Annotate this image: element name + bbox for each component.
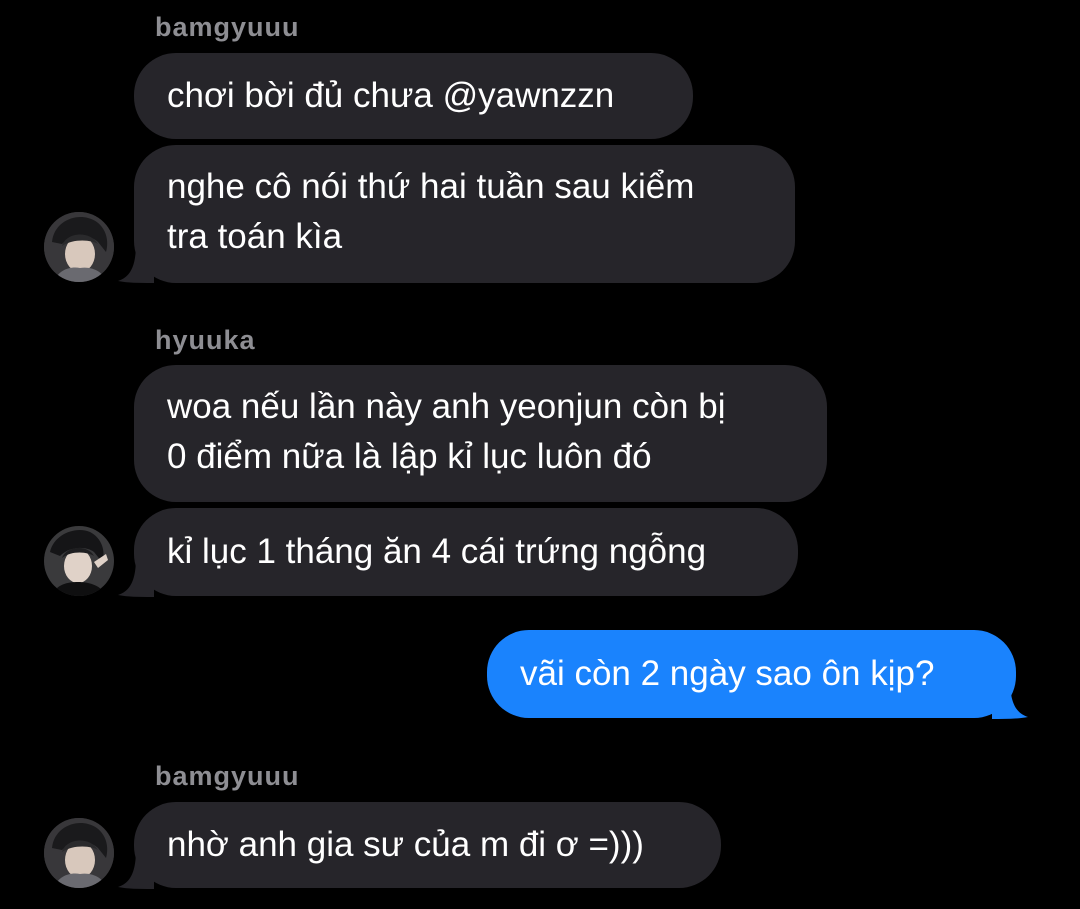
message-text: kỉ lục 1 tháng ăn 4 cái trứng ngỗng [167, 532, 707, 571]
avatar-photo-icon [44, 818, 114, 888]
sender-name: bamgyuuu [155, 761, 300, 791]
message-bubble-outgoing[interactable]: vãi còn 2 ngày sao ôn kịp? [487, 630, 1016, 718]
message-bubble[interactable]: nhờ anh gia sư của m đi ơ =))) [134, 802, 721, 888]
avatar-photo-icon [44, 526, 114, 596]
message-bubble[interactable]: nghe cô nói thứ hai tuần sau kiểm tra to… [134, 145, 795, 283]
message-text: chơi bời đủ chưa @yawnzzn [167, 76, 615, 115]
message-line: 0 điểm nữa là lập kỉ lục luôn đó [167, 437, 652, 476]
bubble-tail [992, 679, 1028, 719]
message-text: nhờ anh gia sư của m đi ơ =))) [167, 825, 644, 864]
bubble-tail [118, 849, 154, 889]
message-line: nghe cô nói thứ hai tuần sau kiểm [167, 167, 695, 206]
avatar[interactable] [44, 212, 114, 282]
bubble-tail [118, 557, 154, 597]
avatar-photo-icon [44, 212, 114, 282]
avatar[interactable] [44, 526, 114, 596]
message-text: vãi còn 2 ngày sao ôn kịp? [520, 654, 935, 693]
message-bubble[interactable]: woa nếu lần này anh yeonjun còn bị 0 điể… [134, 365, 827, 502]
sender-name: bamgyuuu [155, 12, 300, 42]
message-bubble[interactable]: chơi bời đủ chưa @yawnzzn [134, 53, 693, 139]
message-line: woa nếu lần này anh yeonjun còn bị [167, 387, 726, 426]
avatar[interactable] [44, 818, 114, 888]
bubble-tail [118, 243, 154, 283]
message-line: tra toán kìa [167, 217, 343, 256]
sender-name: hyuuka [155, 325, 256, 355]
message-bubble[interactable]: kỉ lục 1 tháng ăn 4 cái trứng ngỗng [134, 508, 798, 596]
